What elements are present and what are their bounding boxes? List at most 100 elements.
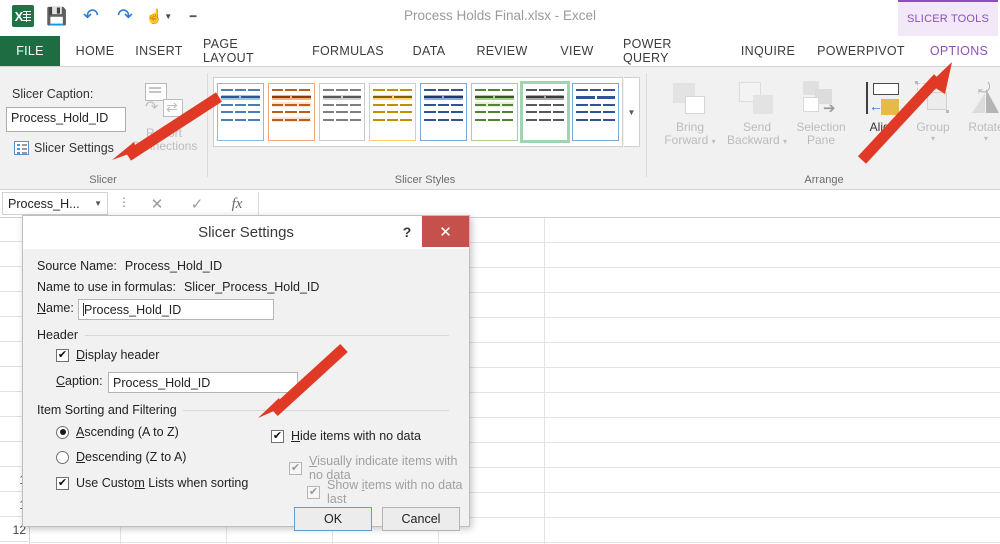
ascending-radio-row[interactable]: Ascending (A to Z) [56, 425, 179, 439]
document-title: Process Holds Final.xlsx - Excel [403, 8, 597, 23]
slicer-style-swatch[interactable] [318, 83, 366, 141]
tab-view[interactable]: VIEW [548, 36, 606, 66]
contextual-tab-group-slicer-tools: SLICER TOOLS [898, 0, 998, 36]
align-icon: ← [863, 79, 903, 119]
show-last-checkbox-row: ✔ Show items with no data last [307, 478, 469, 506]
slicer-style-swatch-selected[interactable] [519, 81, 571, 143]
chevron-down-icon: ▼ [627, 107, 636, 117]
source-name-row: Source Name: Process_Hold_ID [37, 259, 222, 273]
source-name-value: Process_Hold_ID [124, 259, 223, 273]
slicer-style-swatch[interactable] [369, 83, 416, 141]
chevron-down-icon: ▾ [983, 134, 988, 143]
chevron-down-icon: ▼ [94, 199, 102, 208]
send-backward-label-line2: Backward ▾ [726, 133, 788, 147]
caption-label: Caption: [56, 374, 103, 388]
tab-options[interactable]: OPTIONS [918, 36, 1000, 66]
tab-insert[interactable]: INSERT [128, 36, 190, 66]
descending-label: Descending (Z to A) [76, 450, 187, 464]
formula-name-label: Name to use in formulas: [37, 280, 176, 294]
excel-window: X 💾 ↶ ↷ ☝ ▼ ━ Process Holds Final.xlsx - … [0, 0, 1000, 544]
report-connections-label-line2: Connections [130, 139, 198, 153]
header-group-label: Header [37, 328, 83, 342]
sorting-group-divider [183, 410, 449, 411]
dialog-title: Slicer Settings [198, 224, 294, 241]
rotate-button[interactable]: ⤾ Rotate ▾ [955, 79, 1000, 143]
title-bar: X 💾 ↶ ↷ ☝ ▼ ━ Process Holds Final.xlsx - … [0, 0, 1000, 36]
bring-forward-button[interactable]: Bring Forward ▾ [659, 79, 721, 148]
header-group-divider [85, 335, 449, 336]
chevron-down-icon: ▾ [783, 137, 788, 146]
group-label-slicer: Slicer [89, 174, 117, 186]
display-header-checkbox-row[interactable]: ✔ Display header [56, 348, 159, 362]
hide-items-with-no-data-checkbox[interactable]: ✔ [271, 429, 284, 443]
selection-pane-icon: ➔ [801, 79, 841, 119]
descending-radio-row[interactable]: Descending (Z to A) [56, 450, 186, 464]
sorting-group-label: Item Sorting and Filtering [37, 403, 182, 417]
visually-indicate-checkbox: ✔ [289, 461, 302, 475]
contextual-tab-group-label: SLICER TOOLS [906, 13, 990, 25]
bring-forward-label-line2: Forward ▾ [664, 133, 716, 147]
tab-powerpivot[interactable]: POWERPIVOT [810, 36, 912, 66]
slicer-caption-label: Slicer Caption: [12, 87, 94, 101]
tab-power-query[interactable]: POWER QUERY [614, 36, 724, 66]
report-connections-button[interactable]: ↷ ⇄ Report Connections [128, 81, 200, 153]
caption-input[interactable]: Process_Hold_ID [108, 372, 298, 393]
slicer-settings-dialog: Slicer Settings ? ✕ Source Name: Process… [22, 215, 470, 531]
dialog-help-button[interactable]: ? [397, 222, 417, 242]
slicer-styles-more-button[interactable]: ▼ [624, 77, 640, 147]
slicer-style-swatch[interactable] [267, 83, 315, 141]
ok-button[interactable]: OK [294, 507, 372, 531]
slicer-style-swatch[interactable] [572, 83, 619, 141]
source-name-label: Source Name: [37, 259, 117, 273]
ascending-radio[interactable] [56, 425, 69, 439]
dialog-close-button[interactable]: ✕ [422, 216, 469, 247]
grid-line-horizontal [30, 542, 1000, 543]
slicer-styles-gallery[interactable] [213, 77, 623, 147]
custom-lists-checkbox-row[interactable]: ✔ Use Custom Lists when sorting [56, 476, 248, 490]
selection-pane-button[interactable]: ➔ Selection Pane [790, 79, 852, 147]
name-row: NName:ame: [37, 301, 74, 315]
selection-pane-label-line2: Pane [806, 133, 836, 147]
insert-function-icon[interactable]: fx [218, 193, 256, 215]
tab-file[interactable]: FILE [0, 36, 60, 66]
send-backward-icon [737, 79, 777, 119]
ascending-label: Ascending (A to Z) [76, 425, 179, 439]
enter-formula-icon[interactable]: ✓ [178, 193, 216, 215]
formula-name-value: Slicer_Process_Hold_ID [183, 280, 320, 294]
group-label-slicer-styles: Slicer Styles [394, 174, 456, 186]
cancel-formula-icon[interactable]: ✕ [138, 193, 176, 215]
tab-formulas[interactable]: FORMULAS [304, 36, 392, 66]
cancel-button[interactable]: Cancel [382, 507, 460, 531]
tab-inquire[interactable]: INQUIRE [730, 36, 806, 66]
custom-lists-label: Use Custom Lists when sorting [76, 476, 249, 490]
tab-data[interactable]: DATA [400, 36, 458, 66]
hide-no-data-checkbox-row[interactable]: ✔ Hide items with no data [271, 429, 421, 443]
tab-home[interactable]: HOME [64, 36, 126, 66]
tab-review[interactable]: REVIEW [466, 36, 538, 66]
name-box[interactable]: Process_H... ▼ [2, 192, 108, 215]
formula-bar: Process_H... ▼ ⋮ ✕ ✓ fx [0, 190, 1000, 218]
descending-radio[interactable] [56, 450, 69, 464]
group-separator-2 [646, 73, 647, 177]
formula-name-row: Name to use in formulas: Slicer_Process_… [37, 280, 319, 294]
rotate-icon: ⤾ [966, 79, 1000, 119]
formula-bar-grip[interactable]: ⋮ [118, 195, 130, 209]
slicer-style-swatch[interactable] [420, 83, 467, 141]
tab-page-layout[interactable]: PAGE LAYOUT [194, 36, 298, 66]
dialog-body: Source Name: Process_Hold_ID Name to use… [23, 249, 469, 531]
display-header-checkbox[interactable]: ✔ [56, 348, 69, 362]
custom-lists-checkbox[interactable]: ✔ [56, 476, 69, 490]
name-input[interactable]: Process_Hold_ID [78, 299, 274, 320]
slicer-settings-label: Slicer Settings [34, 141, 114, 155]
rotate-label: Rotate [968, 120, 1000, 134]
slicer-caption-input[interactable]: Process_Hold_ID [6, 107, 126, 132]
slicer-style-swatch[interactable] [470, 83, 518, 141]
slicer-style-swatch[interactable] [217, 83, 264, 141]
formula-input[interactable] [258, 192, 996, 215]
group-label-arrange: Arrange [804, 174, 844, 186]
slicer-settings-button[interactable]: Slicer Settings [14, 141, 114, 155]
name-input-value: Process_Hold_ID [84, 302, 182, 317]
group-icon [913, 79, 953, 119]
group-separator-1 [207, 73, 208, 177]
send-backward-button[interactable]: Send Backward ▾ [726, 79, 788, 148]
